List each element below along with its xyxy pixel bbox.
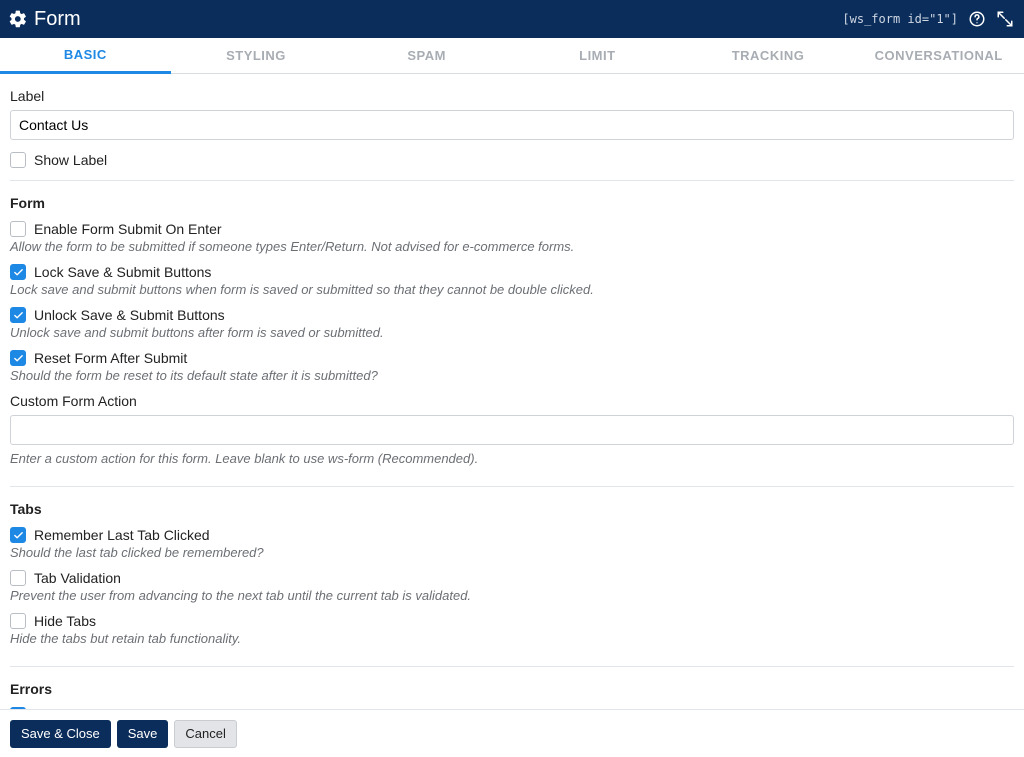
custom-action-input[interactable] (10, 415, 1014, 445)
footer-bar: Save & Close Save Cancel (0, 709, 1024, 757)
lock-buttons-label: Lock Save & Submit Buttons (34, 264, 211, 280)
enable-submit-enter-checkbox[interactable] (10, 221, 26, 237)
header-bar: Form [ws_form id="1"] (0, 0, 1024, 38)
unlock-buttons-checkbox[interactable] (10, 307, 26, 323)
expand-icon[interactable] (996, 10, 1014, 28)
reset-after-submit-label: Reset Form After Submit (34, 350, 187, 366)
help-icon[interactable] (968, 10, 986, 28)
tabs-section-title: Tabs (10, 501, 1014, 517)
tab-tracking[interactable]: TRACKING (683, 38, 854, 73)
show-label-checkbox[interactable] (10, 152, 26, 168)
enable-submit-enter-help: Allow the form to be submitted if someon… (10, 239, 1014, 254)
unlock-buttons-label: Unlock Save & Submit Buttons (34, 307, 225, 323)
tab-conversational[interactable]: CONVERSATIONAL (853, 38, 1024, 73)
hide-tabs-label: Hide Tabs (34, 613, 96, 629)
errors-section-title: Errors (10, 681, 1014, 697)
cancel-button[interactable]: Cancel (174, 720, 236, 748)
settings-content[interactable]: Label Show Label Form Enable Form Submit… (0, 74, 1024, 709)
shortcode-display: [ws_form id="1"] (842, 12, 958, 26)
tab-validation-help: Prevent the user from advancing to the n… (10, 588, 1014, 603)
hide-tabs-checkbox[interactable] (10, 613, 26, 629)
lock-buttons-help: Lock save and submit buttons when form i… (10, 282, 1014, 297)
show-label-text: Show Label (34, 152, 107, 168)
gear-icon (8, 9, 28, 29)
lock-buttons-checkbox[interactable] (10, 264, 26, 280)
remember-tab-label: Remember Last Tab Clicked (34, 527, 210, 543)
page-title: Form (34, 8, 81, 31)
tab-styling[interactable]: STYLING (171, 38, 342, 73)
custom-action-label: Custom Form Action (10, 393, 1014, 409)
section-tabs: Tabs Remember Last Tab Clicked Should th… (10, 487, 1014, 667)
save-close-button[interactable]: Save & Close (10, 720, 111, 748)
save-button[interactable]: Save (117, 720, 169, 748)
tab-spam[interactable]: SPAM (341, 38, 512, 73)
enable-submit-enter-label: Enable Form Submit On Enter (34, 221, 222, 237)
custom-action-help: Enter a custom action for this form. Lea… (10, 451, 1014, 466)
unlock-buttons-help: Unlock save and submit buttons after for… (10, 325, 1014, 340)
tab-limit[interactable]: LIMIT (512, 38, 683, 73)
reset-after-submit-help: Should the form be reset to its default … (10, 368, 1014, 383)
label-input[interactable] (10, 110, 1014, 140)
form-section-title: Form (10, 195, 1014, 211)
hide-tabs-help: Hide the tabs but retain tab functionali… (10, 631, 1014, 646)
tab-validation-checkbox[interactable] (10, 570, 26, 586)
section-errors: Errors Show Server Side Error Messages I… (10, 667, 1014, 709)
remember-tab-help: Should the last tab clicked be remembere… (10, 545, 1014, 560)
tab-basic[interactable]: BASIC (0, 38, 171, 74)
label-field-label: Label (10, 88, 1014, 104)
reset-after-submit-checkbox[interactable] (10, 350, 26, 366)
tab-validation-label: Tab Validation (34, 570, 121, 586)
section-label: Label Show Label (10, 74, 1014, 181)
top-tabs: BASIC STYLING SPAM LIMIT TRACKING CONVER… (0, 38, 1024, 74)
remember-tab-checkbox[interactable] (10, 527, 26, 543)
section-form: Form Enable Form Submit On Enter Allow t… (10, 181, 1014, 487)
